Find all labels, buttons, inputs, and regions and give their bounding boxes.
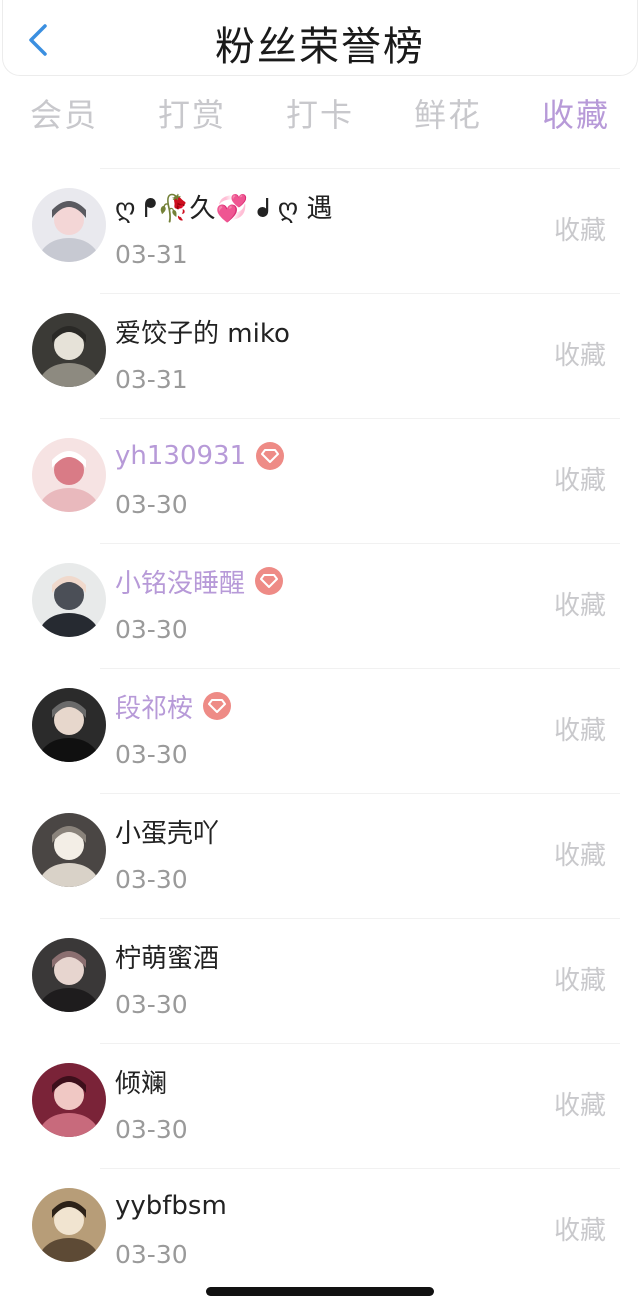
name-wrap: 小蛋壳吖	[115, 811, 219, 851]
diamond-icon	[256, 442, 285, 470]
tab-bar: 会员 打赏 打卡 鲜花 收藏	[30, 90, 610, 140]
tab-reward[interactable]: 打赏	[158, 90, 226, 140]
fan-name[interactable]: 爱饺子的 miko	[115, 313, 290, 350]
favorite-action[interactable]: 收藏	[554, 585, 606, 622]
avatar[interactable]	[32, 313, 106, 387]
favorite-action[interactable]: 收藏	[554, 710, 606, 747]
fan-list: ღ ᖰ🥀久💞 ᖱ ღ 遇 03-31 收藏 爱饺子的 miko 03-31 收藏…	[0, 168, 640, 1293]
fan-honor-page: 粉丝荣誉榜 会员 打赏 打卡 鲜花 收藏 ღ ᖰ🥀久💞 ᖱ ღ 遇 03-31 …	[0, 0, 640, 1310]
fan-name[interactable]: ღ ᖰ🥀久💞 ᖱ ღ 遇	[115, 188, 332, 225]
list-item[interactable]: 倾斓 03-30 收藏	[0, 1043, 640, 1168]
list-item[interactable]: yh130931 03-30 收藏	[0, 418, 640, 543]
fan-name[interactable]: 倾斓	[115, 1063, 167, 1100]
diamond-icon	[203, 692, 232, 720]
date: 03-31	[115, 240, 188, 269]
favorite-action[interactable]: 收藏	[554, 335, 606, 372]
date: 03-31	[115, 365, 188, 394]
date: 03-30	[115, 490, 188, 519]
diamond-icon	[255, 567, 284, 595]
list-item[interactable]: 小蛋壳吖 03-30 收藏	[0, 793, 640, 918]
avatar[interactable]	[32, 938, 106, 1012]
favorite-action[interactable]: 收藏	[554, 210, 606, 247]
name-wrap: 柠萌蜜酒	[115, 936, 219, 976]
favorite-action[interactable]: 收藏	[554, 960, 606, 997]
name-wrap: yh130931	[115, 436, 285, 476]
tab-favorite[interactable]: 收藏	[542, 90, 610, 140]
favorite-action[interactable]: 收藏	[554, 1210, 606, 1247]
avatar[interactable]	[32, 188, 106, 262]
tab-flower[interactable]: 鲜花	[414, 90, 482, 140]
date: 03-30	[115, 990, 188, 1019]
tab-checkin[interactable]: 打卡	[286, 90, 354, 140]
date: 03-30	[115, 615, 188, 644]
avatar[interactable]	[32, 688, 106, 762]
home-indicator	[206, 1287, 434, 1296]
avatar[interactable]	[32, 563, 106, 637]
favorite-action[interactable]: 收藏	[554, 460, 606, 497]
date: 03-30	[115, 1115, 188, 1144]
fan-name[interactable]: 柠萌蜜酒	[115, 938, 219, 975]
tab-member[interactable]: 会员	[30, 90, 98, 140]
avatar[interactable]	[32, 1188, 106, 1262]
name-wrap: 倾斓	[115, 1061, 167, 1101]
list-item[interactable]: 小铭没睡醒 03-30 收藏	[0, 543, 640, 668]
date: 03-30	[115, 740, 188, 769]
fan-name[interactable]: yh130931	[115, 441, 246, 471]
fan-name[interactable]: 小蛋壳吖	[115, 813, 219, 850]
name-wrap: ღ ᖰ🥀久💞 ᖱ ღ 遇	[115, 186, 332, 226]
header-bar: 粉丝荣誉榜	[2, 0, 638, 76]
avatar[interactable]	[32, 438, 106, 512]
list-item[interactable]: yybfbsm 03-30 收藏	[0, 1168, 640, 1293]
list-item[interactable]: 爱饺子的 miko 03-31 收藏	[0, 293, 640, 418]
fan-name[interactable]: 段祁桉	[115, 688, 193, 725]
page-title: 粉丝荣誉榜	[215, 24, 425, 70]
date: 03-30	[115, 1240, 188, 1269]
fan-name[interactable]: yybfbsm	[115, 1191, 227, 1221]
name-wrap: 爱饺子的 miko	[115, 311, 290, 351]
name-wrap: 段祁桉	[115, 686, 232, 726]
name-wrap: yybfbsm	[115, 1186, 227, 1226]
date: 03-30	[115, 865, 188, 894]
favorite-action[interactable]: 收藏	[554, 835, 606, 872]
list-item[interactable]: 柠萌蜜酒 03-30 收藏	[0, 918, 640, 1043]
name-wrap: 小铭没睡醒	[115, 561, 284, 601]
favorite-action[interactable]: 收藏	[554, 1085, 606, 1122]
avatar[interactable]	[32, 1063, 106, 1137]
list-item[interactable]: 段祁桉 03-30 收藏	[0, 668, 640, 793]
fan-name[interactable]: 小铭没睡醒	[115, 563, 245, 600]
avatar[interactable]	[32, 813, 106, 887]
list-item[interactable]: ღ ᖰ🥀久💞 ᖱ ღ 遇 03-31 收藏	[0, 168, 640, 293]
